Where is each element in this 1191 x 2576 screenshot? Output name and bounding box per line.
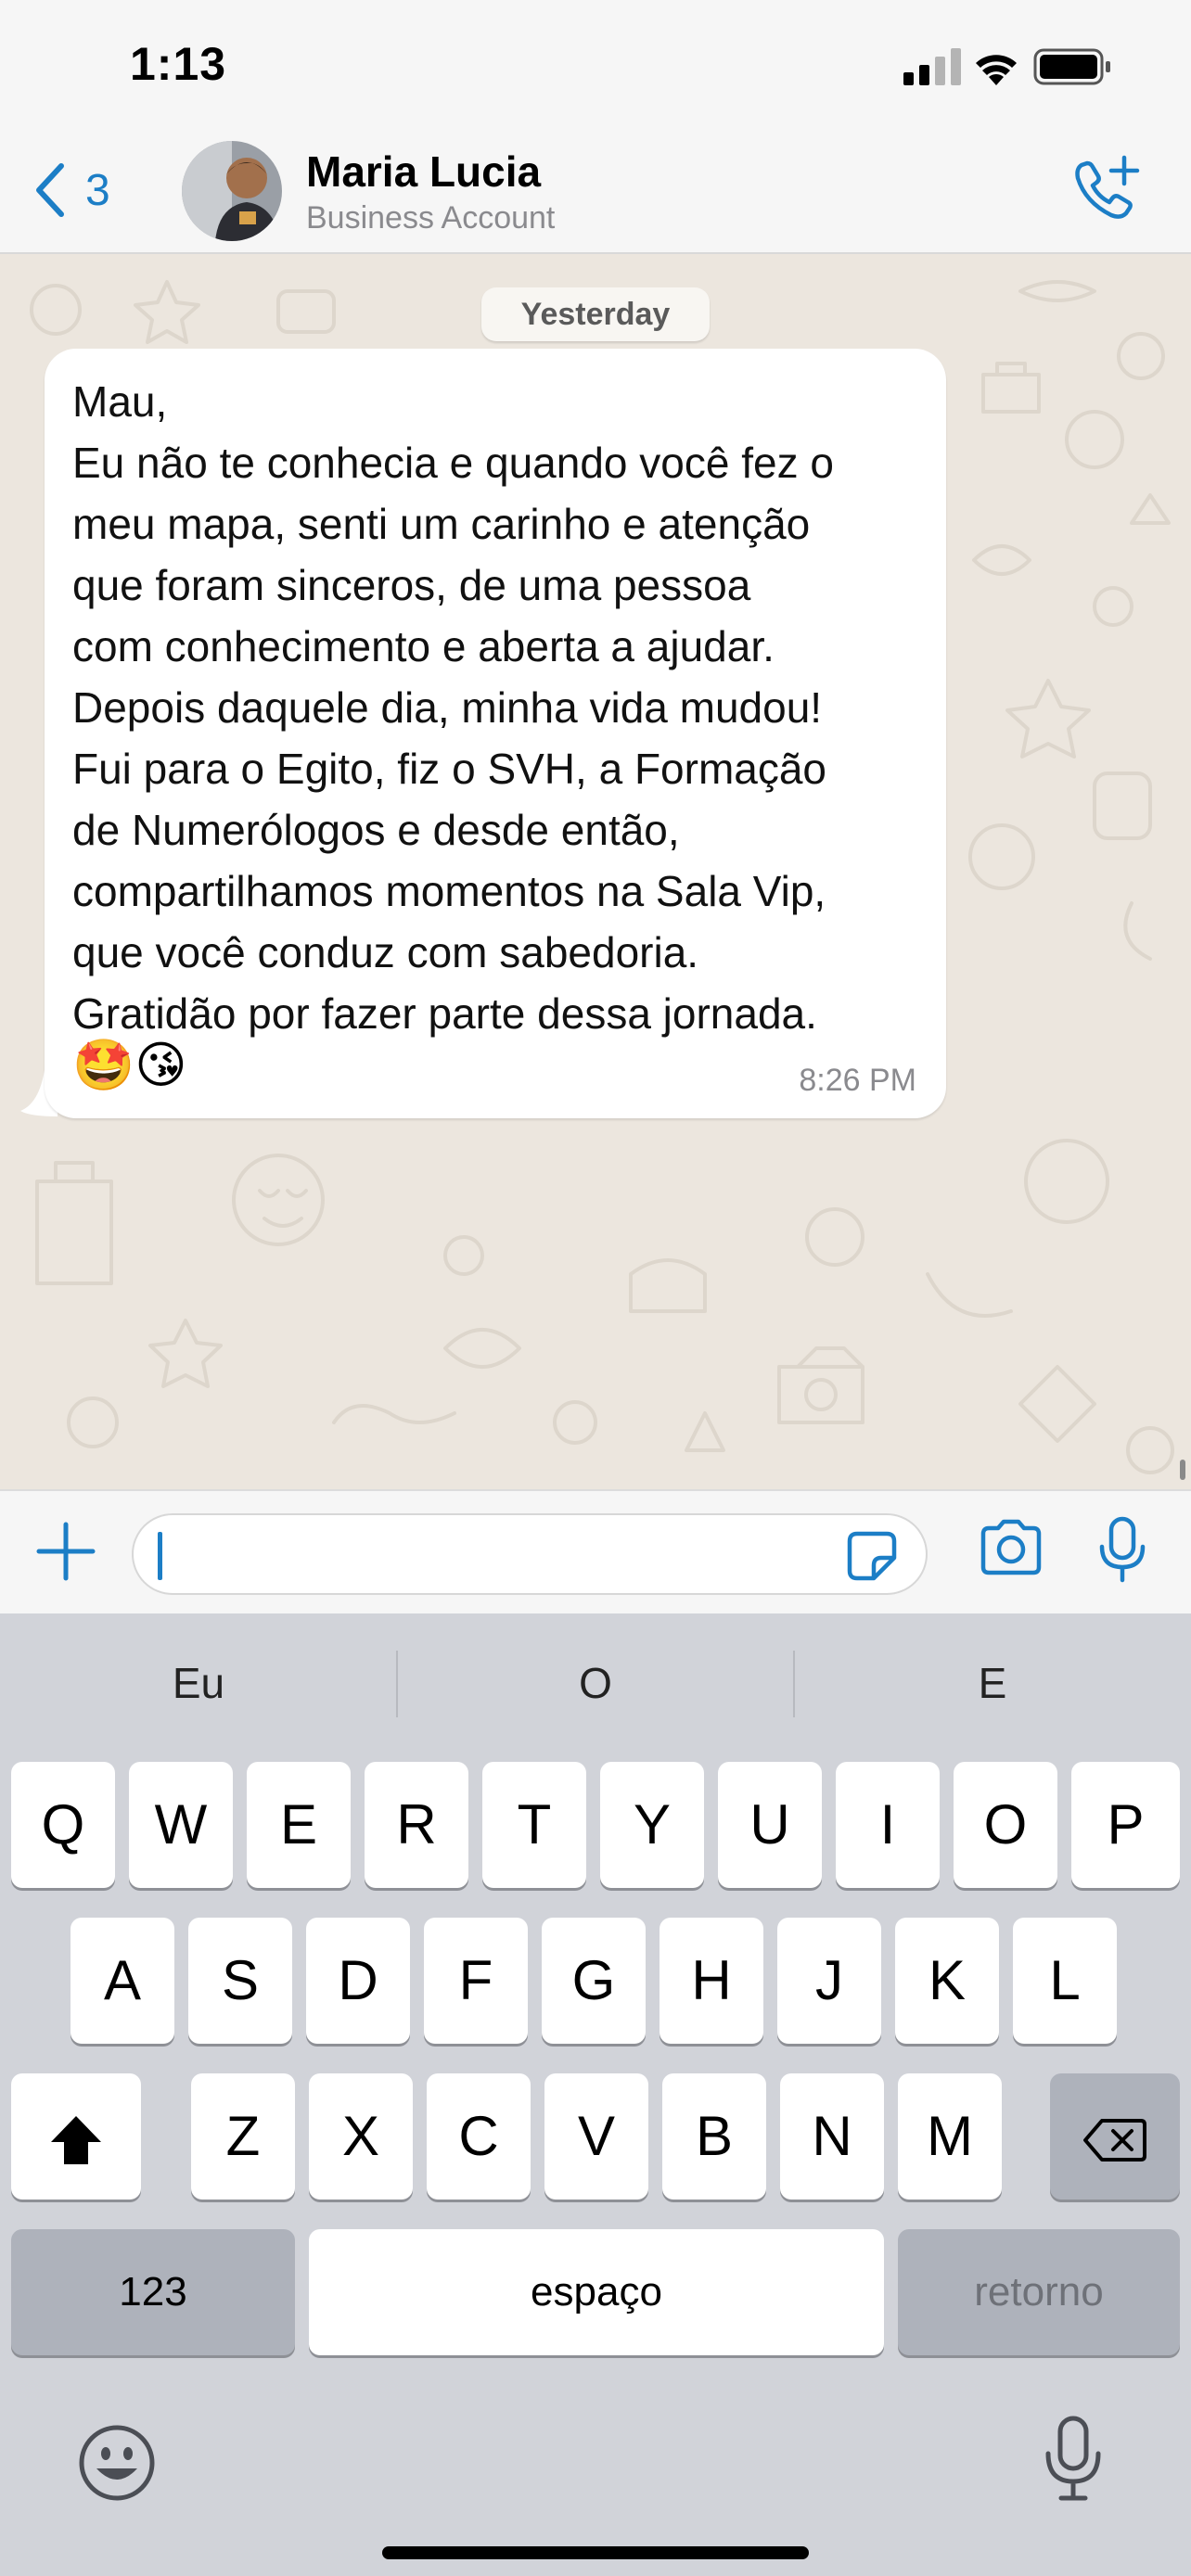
key-p[interactable]: P	[1071, 1762, 1180, 1888]
shift-arrow-icon	[51, 2116, 101, 2165]
key-g[interactable]: G	[542, 1918, 646, 2044]
return-key[interactable]: retorno	[898, 2229, 1180, 2355]
plus-icon[interactable]	[33, 1519, 98, 1584]
numbers-key[interactable]: 123	[11, 2229, 295, 2355]
key-n[interactable]: N	[780, 2073, 884, 2200]
keyboard: Eu O E Q W E R T Y U I O P A S D F G H J…	[0, 1613, 1191, 2576]
key-t[interactable]: T	[482, 1762, 586, 1888]
key-a[interactable]: A	[70, 1918, 174, 2044]
prediction-3[interactable]: E	[794, 1613, 1191, 1753]
status-icons	[903, 48, 1110, 85]
key-x[interactable]: X	[309, 2073, 413, 2200]
message-bubble-incoming[interactable]: Mau, Eu não te conhecia e quando você fe…	[45, 349, 946, 1118]
dictation-microphone-icon[interactable]	[1041, 2415, 1106, 2504]
status-bar: 1:13	[0, 0, 1191, 130]
key-k[interactable]: K	[895, 1918, 999, 2044]
backspace-key[interactable]	[1050, 2073, 1180, 2200]
key-d[interactable]: D	[306, 1918, 410, 2044]
message-emojis: 🤩😘	[72, 1036, 187, 1094]
key-z[interactable]: Z	[191, 2073, 295, 2200]
message-input[interactable]	[132, 1513, 928, 1595]
key-r[interactable]: R	[365, 1762, 468, 1888]
contact-name[interactable]: Maria Lucia	[306, 147, 541, 197]
chat-area[interactable]: Yesterday Mau, Eu não te conhecia e quan…	[0, 254, 1191, 1489]
message-text: Mau, Eu não te conhecia e quando você fe…	[72, 377, 834, 1038]
phone-plus-icon[interactable]	[1069, 152, 1145, 228]
key-j[interactable]: J	[777, 1918, 881, 2044]
back-button[interactable]: 3	[33, 158, 110, 223]
avatar[interactable]	[182, 141, 282, 241]
key-q[interactable]: Q	[11, 1762, 115, 1888]
date-separator: Yesterday	[481, 287, 710, 341]
message-timestamp: 8:26 PM	[799, 1063, 916, 1098]
shift-key[interactable]	[11, 2073, 141, 2200]
status-time: 1:13	[130, 38, 227, 90]
avatar-image	[182, 141, 282, 241]
camera-icon[interactable]	[978, 1519, 1044, 1576]
key-f[interactable]: F	[424, 1918, 528, 2044]
emoji-face-icon[interactable]	[76, 2422, 158, 2504]
prediction-2[interactable]: O	[397, 1613, 794, 1753]
key-b[interactable]: B	[662, 2073, 766, 2200]
unread-count: 3	[85, 165, 110, 215]
key-o[interactable]: O	[954, 1762, 1057, 1888]
key-s[interactable]: S	[188, 1918, 292, 2044]
key-i[interactable]: I	[836, 1762, 940, 1888]
key-m[interactable]: M	[898, 2073, 1002, 2200]
home-indicator	[382, 2546, 809, 2559]
prediction-1[interactable]: Eu	[0, 1613, 397, 1753]
scroll-indicator[interactable]	[1180, 1460, 1185, 1480]
wifi-icon	[976, 55, 1017, 85]
chevron-left-icon	[36, 163, 64, 217]
microphone-icon[interactable]	[1096, 1515, 1148, 1586]
backspace-icon	[1083, 2119, 1146, 2162]
key-y[interactable]: Y	[600, 1762, 704, 1888]
cellular-signal-icon	[903, 48, 961, 85]
key-c[interactable]: C	[427, 2073, 531, 2200]
key-h[interactable]: H	[660, 1918, 763, 2044]
text-cursor	[158, 1532, 162, 1580]
prediction-bar: Eu O E	[0, 1613, 1191, 1753]
battery-icon	[1033, 48, 1110, 85]
chat-header: 3 Maria Lucia Business Account	[0, 130, 1191, 254]
sticker-icon[interactable]	[846, 1530, 898, 1582]
space-key[interactable]: espaço	[309, 2229, 884, 2355]
key-e[interactable]: E	[247, 1762, 351, 1888]
key-w[interactable]: W	[129, 1762, 233, 1888]
message-composer	[0, 1489, 1191, 1613]
key-v[interactable]: V	[544, 2073, 648, 2200]
key-l[interactable]: L	[1013, 1918, 1117, 2044]
contact-subtitle: Business Account	[306, 200, 556, 236]
key-u[interactable]: U	[718, 1762, 822, 1888]
